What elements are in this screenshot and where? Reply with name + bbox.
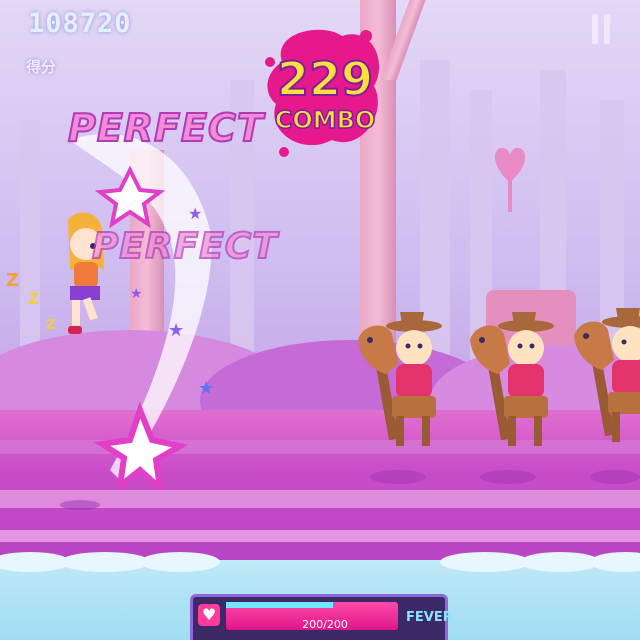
fever-label: FEVER bbox=[406, 610, 453, 625]
health-value: 200/200 bbox=[302, 618, 348, 631]
star-icon: ★ bbox=[198, 378, 215, 399]
wave bbox=[140, 552, 220, 572]
ground-spot bbox=[60, 500, 100, 510]
judgement-perfect-upper: PERFECT bbox=[67, 105, 264, 151]
cowboy-horse-enemy[interactable] bbox=[464, 300, 560, 450]
star-icon: ★ bbox=[168, 320, 185, 341]
score-value: 108720 bbox=[28, 8, 132, 39]
heart-icon: ♥ bbox=[198, 604, 220, 626]
game-scene[interactable]: Z Z Z ★ ★ ★ ★ PERFECT PERFECT 229 COMBO … bbox=[0, 0, 640, 640]
heart-tree-icon bbox=[494, 147, 526, 212]
ground-spot bbox=[480, 470, 536, 484]
health-bar: ♥ 200/200 FEVER bbox=[190, 594, 453, 640]
combo-display: 229 COMBO bbox=[265, 22, 380, 162]
star-icon: ★ bbox=[188, 204, 203, 223]
health-bar-highlight bbox=[226, 602, 333, 608]
judgement-perfect-lower: PERFECT bbox=[91, 225, 278, 268]
combo-count: 229 bbox=[276, 51, 374, 107]
ground-spot bbox=[370, 470, 426, 484]
wave bbox=[520, 552, 600, 572]
sleep-z-icon: Z bbox=[28, 290, 39, 308]
ground-spot bbox=[590, 470, 640, 484]
sleep-z-icon: Z bbox=[46, 318, 56, 333]
pause-bar bbox=[604, 14, 610, 44]
star-icon: ★ bbox=[130, 286, 143, 302]
cowboy-horse-enemy[interactable] bbox=[352, 300, 448, 450]
track-stripe bbox=[0, 530, 640, 542]
pause-bar bbox=[592, 14, 598, 44]
sleep-z-icon: Z bbox=[6, 270, 20, 291]
wave bbox=[440, 552, 530, 572]
pause-icon[interactable] bbox=[592, 14, 610, 44]
score-label: 得分 bbox=[26, 58, 57, 76]
cowboy-horse-enemy[interactable] bbox=[568, 296, 640, 446]
combo-label: COMBO bbox=[274, 105, 376, 135]
wave bbox=[60, 552, 150, 572]
